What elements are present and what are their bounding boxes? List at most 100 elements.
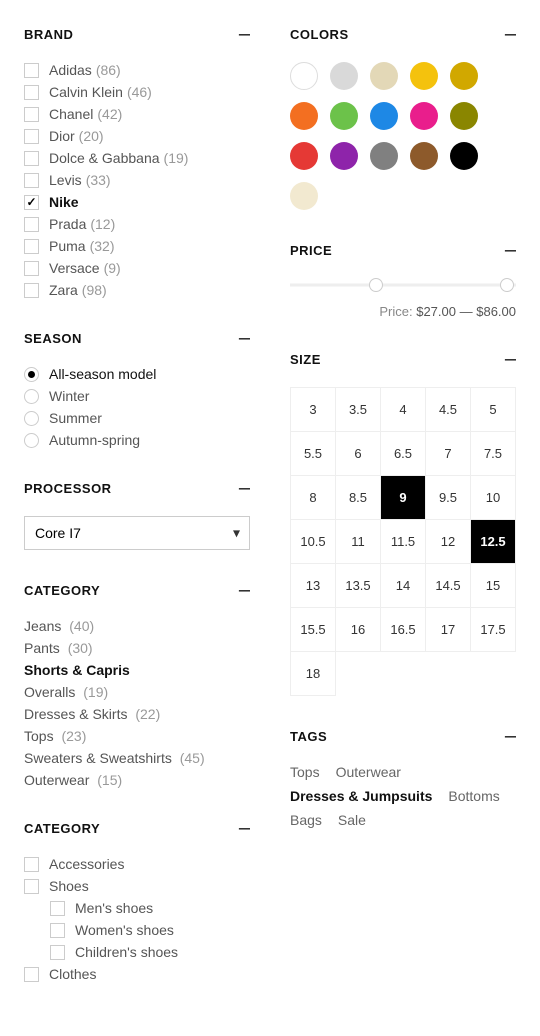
size-cell[interactable]: 17 xyxy=(426,608,471,652)
brand-item[interactable]: Adidas (86) xyxy=(24,62,250,78)
tag[interactable]: Sale xyxy=(338,812,366,828)
brand-item[interactable]: Dolce & Gabbana (19) xyxy=(24,150,250,166)
color-swatch[interactable] xyxy=(410,102,438,130)
color-swatch[interactable] xyxy=(290,142,318,170)
category-tree-child[interactable]: Men's shoes xyxy=(50,900,250,916)
color-swatch[interactable] xyxy=(410,62,438,90)
category1-collapse-icon[interactable]: – xyxy=(239,580,250,600)
category-item[interactable]: Dresses & Skirts (22) xyxy=(24,706,250,722)
category-item[interactable]: Outerwear (15) xyxy=(24,772,250,788)
brand-collapse-icon[interactable]: – xyxy=(239,24,250,44)
radio-icon[interactable] xyxy=(24,367,39,382)
tags-collapse-icon[interactable]: – xyxy=(505,726,516,746)
size-cell[interactable]: 5 xyxy=(471,388,516,432)
radio-icon[interactable] xyxy=(24,433,39,448)
category-tree-child[interactable]: Children's shoes xyxy=(50,944,250,960)
category-item[interactable]: Overalls (19) xyxy=(24,684,250,700)
color-swatch[interactable] xyxy=(370,102,398,130)
brand-item[interactable]: Puma (32) xyxy=(24,238,250,254)
color-swatch[interactable] xyxy=(450,142,478,170)
checkbox-icon[interactable] xyxy=(50,923,65,938)
size-cell[interactable]: 12.5 xyxy=(471,520,516,564)
category-tree-item[interactable]: Accessories xyxy=(24,856,250,872)
price-slider-max-knob[interactable] xyxy=(500,278,514,292)
size-cell[interactable]: 17.5 xyxy=(471,608,516,652)
category-tree-child[interactable]: Women's shoes xyxy=(50,922,250,938)
category-item[interactable]: Shorts & Capris xyxy=(24,662,250,678)
size-cell[interactable]: 6.5 xyxy=(381,432,426,476)
color-swatch[interactable] xyxy=(290,182,318,210)
tag[interactable]: Tops xyxy=(290,764,320,780)
brand-item[interactable]: Zara (98) xyxy=(24,282,250,298)
size-cell[interactable]: 6 xyxy=(336,432,381,476)
size-cell[interactable]: 9.5 xyxy=(426,476,471,520)
size-cell[interactable]: 5.5 xyxy=(291,432,336,476)
color-swatch[interactable] xyxy=(370,142,398,170)
brand-item[interactable]: Chanel (42) xyxy=(24,106,250,122)
category2-collapse-icon[interactable]: – xyxy=(239,818,250,838)
checkbox-icon[interactable] xyxy=(24,107,39,122)
size-cell[interactable]: 4 xyxy=(381,388,426,432)
tag[interactable]: Outerwear xyxy=(336,764,401,780)
checkbox-icon[interactable] xyxy=(24,195,39,210)
checkbox-icon[interactable] xyxy=(24,857,39,872)
checkbox-icon[interactable] xyxy=(24,879,39,894)
size-cell[interactable]: 16.5 xyxy=(381,608,426,652)
size-cell[interactable]: 13 xyxy=(291,564,336,608)
checkbox-icon[interactable] xyxy=(24,151,39,166)
tag[interactable]: Bags xyxy=(290,812,322,828)
category-tree-item[interactable]: Shoes xyxy=(24,878,250,894)
brand-item[interactable]: Versace (9) xyxy=(24,260,250,276)
checkbox-icon[interactable] xyxy=(24,283,39,298)
size-cell[interactable]: 7.5 xyxy=(471,432,516,476)
checkbox-icon[interactable] xyxy=(24,967,39,982)
tag[interactable]: Dresses & Jumpsuits xyxy=(290,788,432,804)
season-item[interactable]: Winter xyxy=(24,388,250,404)
season-item[interactable]: Autumn-spring xyxy=(24,432,250,448)
color-swatch[interactable] xyxy=(290,62,318,90)
size-cell[interactable]: 12 xyxy=(426,520,471,564)
processor-collapse-icon[interactable]: – xyxy=(239,478,250,498)
price-slider[interactable] xyxy=(290,278,516,292)
size-collapse-icon[interactable]: – xyxy=(505,349,516,369)
checkbox-icon[interactable] xyxy=(24,129,39,144)
checkbox-icon[interactable] xyxy=(50,945,65,960)
price-collapse-icon[interactable]: – xyxy=(505,240,516,260)
size-cell[interactable]: 4.5 xyxy=(426,388,471,432)
size-cell[interactable]: 14 xyxy=(381,564,426,608)
price-slider-min-knob[interactable] xyxy=(369,278,383,292)
brand-item[interactable]: Nike xyxy=(24,194,250,210)
size-cell[interactable]: 3.5 xyxy=(336,388,381,432)
radio-icon[interactable] xyxy=(24,411,39,426)
size-cell[interactable]: 9 xyxy=(381,476,426,520)
brand-item[interactable]: Levis (33) xyxy=(24,172,250,188)
category-item[interactable]: Jeans (40) xyxy=(24,618,250,634)
color-swatch[interactable] xyxy=(410,142,438,170)
category-item[interactable]: Tops (23) xyxy=(24,728,250,744)
color-swatch[interactable] xyxy=(370,62,398,90)
size-cell[interactable]: 13.5 xyxy=(336,564,381,608)
checkbox-icon[interactable] xyxy=(50,901,65,916)
color-swatch[interactable] xyxy=(330,142,358,170)
brand-item[interactable]: Calvin Klein (46) xyxy=(24,84,250,100)
season-item[interactable]: Summer xyxy=(24,410,250,426)
checkbox-icon[interactable] xyxy=(24,217,39,232)
color-swatch[interactable] xyxy=(330,102,358,130)
checkbox-icon[interactable] xyxy=(24,261,39,276)
size-cell[interactable]: 8 xyxy=(291,476,336,520)
size-cell[interactable]: 11.5 xyxy=(381,520,426,564)
processor-select[interactable]: Core I7 xyxy=(24,516,250,550)
checkbox-icon[interactable] xyxy=(24,239,39,254)
size-cell[interactable]: 11 xyxy=(336,520,381,564)
size-cell[interactable]: 15.5 xyxy=(291,608,336,652)
size-cell[interactable]: 16 xyxy=(336,608,381,652)
brand-item[interactable]: Prada (12) xyxy=(24,216,250,232)
checkbox-icon[interactable] xyxy=(24,173,39,188)
checkbox-icon[interactable] xyxy=(24,85,39,100)
radio-icon[interactable] xyxy=(24,389,39,404)
color-swatch[interactable] xyxy=(450,62,478,90)
size-cell[interactable]: 10.5 xyxy=(291,520,336,564)
checkbox-icon[interactable] xyxy=(24,63,39,78)
size-cell[interactable]: 3 xyxy=(291,388,336,432)
size-cell[interactable]: 18 xyxy=(291,652,336,696)
